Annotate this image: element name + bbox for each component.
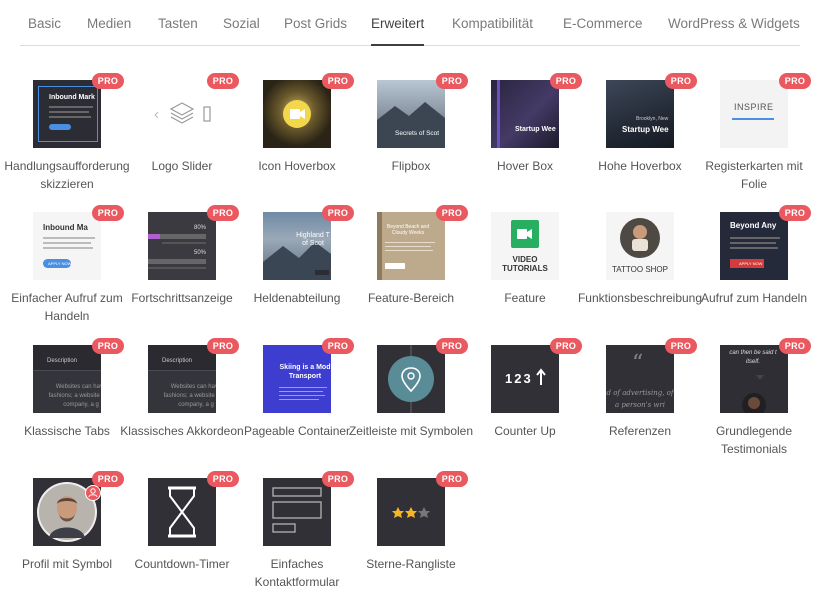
element-label: Grundlegende Testimonials [715, 424, 793, 456]
counter-up-thumb: 123 [491, 345, 559, 413]
pro-badge: PRO [207, 471, 239, 487]
pro-badge: PRO [436, 471, 468, 487]
element-label: Heldenabteilung [253, 291, 341, 305]
element-label: Feature [504, 291, 546, 305]
pro-badge: PRO [322, 471, 354, 487]
pro-badge: PRO [92, 338, 124, 354]
pro-badge: PRO [322, 338, 354, 354]
element-label: Sterne-Rangliste [366, 557, 456, 571]
classic-accordion-thumb: Description Websites can have fashions; … [148, 345, 216, 413]
pro-badge: PRO [665, 338, 697, 354]
element-label: Aufruf zum Handeln [700, 291, 808, 305]
pro-badge: PRO [207, 338, 239, 354]
countdown-timer-thumb [148, 478, 216, 546]
contact-form-thumb [263, 478, 331, 546]
tall-hoverbox-thumb: Brooklyn, New Startup Wee [606, 80, 674, 148]
progress-bar-thumb: 80% 50% [148, 212, 216, 280]
pro-badge: PRO [665, 73, 697, 89]
feature-thumb: VIDEO TUTORIALS [491, 212, 559, 280]
pro-badge: PRO [550, 338, 582, 354]
pro-badge: PRO [550, 73, 582, 89]
pageable-container-thumb: Skiing is a Mod Transport [263, 345, 331, 413]
icon-hoverbox-thumb [263, 80, 331, 148]
testimonials-thumb: “ d of advertising, of a person's wri [606, 345, 674, 413]
cta-thumb: Beyond Any APPLY NOW [720, 212, 788, 280]
basic-testimonials-thumb: can then be said t itself. [720, 345, 788, 413]
cta-outline-thumb: Inbound Mark [33, 80, 101, 148]
element-label: Registerkarten mit Folie [705, 159, 803, 191]
logo-slider-thumb [148, 80, 216, 148]
element-label: Logo Slider [151, 159, 213, 173]
feature-description-thumb: TATTOO SHOP [606, 212, 674, 280]
pro-badge: PRO [207, 73, 239, 89]
element-label: Handlungsaufforderung skizzieren [4, 159, 130, 191]
element-label: Countdown-Timer [134, 557, 230, 571]
pro-badge: PRO [436, 73, 468, 89]
pro-badge: PRO [322, 205, 354, 221]
element-label: Pageable Container [243, 424, 351, 438]
hover-box-thumb: Startup Wee [491, 80, 559, 148]
element-label: Funktionsbeschreibung [577, 291, 703, 305]
pro-badge: PRO [207, 205, 239, 221]
element-label: Einfacher Aufruf zum Handeln [11, 291, 123, 323]
element-label: Hohe Hoverbox [598, 159, 682, 173]
pro-badge: PRO [436, 338, 468, 354]
star-rating-thumb [377, 478, 445, 546]
pro-badge: PRO [779, 73, 811, 89]
hero-section-thumb: Highland T of Scot [263, 212, 331, 280]
simple-cta-thumb: Inbound Ma APPLY NOW [33, 212, 101, 280]
pro-badge: PRO [436, 205, 468, 221]
element-label: Klassische Tabs [24, 424, 110, 438]
pro-badge: PRO [779, 205, 811, 221]
slide-tabs-thumb: INSPIRE [720, 80, 788, 148]
element-label: Flipbox [391, 159, 431, 173]
pro-badge: PRO [322, 73, 354, 89]
pro-badge: PRO [92, 73, 124, 89]
element-label: Feature-Bereich [367, 291, 455, 305]
user-icon [85, 485, 101, 501]
pro-badge: PRO [92, 471, 124, 487]
element-grid: Inbound Mark PRO Handlungsaufforderung s… [0, 0, 833, 593]
element-label: Counter Up [494, 424, 556, 438]
classic-tabs-thumb: Description Websites can have fashions; … [33, 345, 101, 413]
element-label: Zeitleiste mit Symbolen [348, 424, 474, 438]
element-label: Fortschrittsanzeige [131, 291, 233, 305]
element-label: Icon Hoverbox [258, 159, 336, 173]
feature-section-thumb: Beyond Beach and Cloudy Weeks [377, 212, 445, 280]
element-label: Profil mit Symbol [21, 557, 113, 571]
flipbox-thumb: Secrets of Scot [377, 80, 445, 148]
element-label: Einfaches Kontaktformular [254, 557, 340, 589]
element-label: Klassisches Akkordeon [120, 424, 244, 438]
element-label: Referenzen [608, 424, 672, 438]
pro-badge: PRO [779, 338, 811, 354]
pro-badge: PRO [92, 205, 124, 221]
element-label: Hover Box [496, 159, 554, 173]
timeline-icons-thumb [377, 345, 445, 413]
